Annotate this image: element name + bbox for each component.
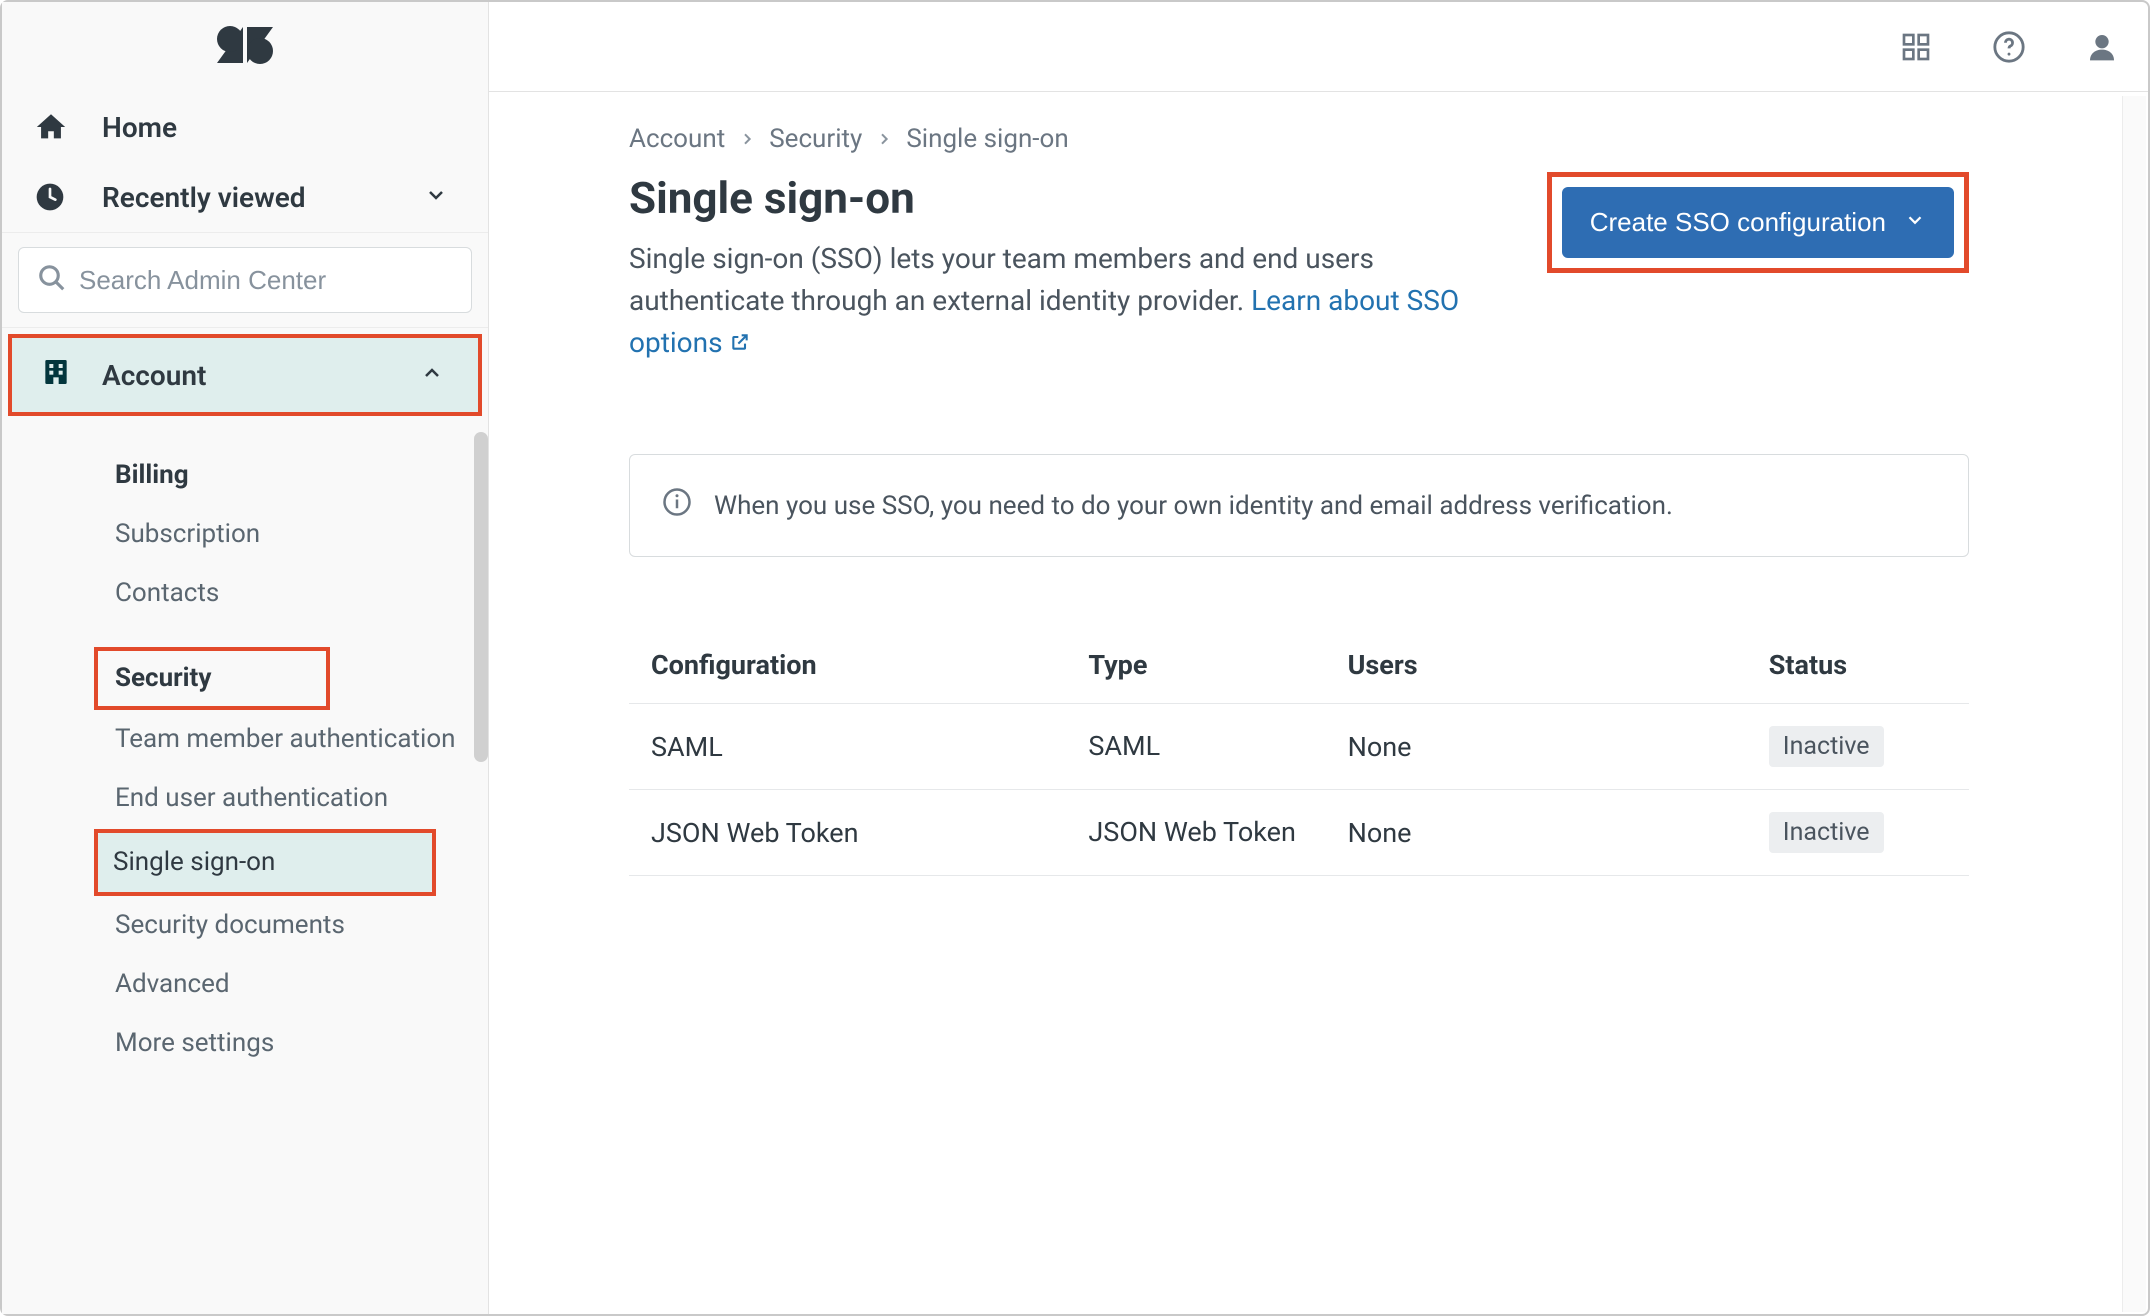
table-row[interactable]: JSON Web Token JSON Web Token None Inact… (629, 790, 1969, 876)
status-badge: Inactive (1769, 812, 1884, 853)
help-icon[interactable] (1992, 30, 2026, 64)
td-status: Inactive (1769, 812, 1947, 853)
zendesk-logo-icon (213, 21, 277, 74)
sidebar-section-account[interactable]: Account (8, 334, 482, 416)
content-scroll[interactable]: Account Security Single sign-on Single s… (489, 92, 2148, 1314)
page-title: Single sign-on (629, 172, 1507, 224)
th-type: Type (1088, 649, 1347, 681)
topbar (489, 2, 2148, 92)
create-sso-config-button[interactable]: Create SSO configuration (1562, 187, 1954, 258)
sidebar-item-recently-viewed[interactable]: Recently viewed (2, 162, 488, 232)
chevron-right-icon (739, 124, 755, 154)
brand-logo-row (2, 2, 488, 92)
page-description: Single sign-on (SSO) lets your team memb… (629, 238, 1507, 364)
td-status: Inactive (1769, 726, 1947, 767)
apps-icon[interactable] (1900, 31, 1932, 63)
search-wrap (2, 232, 488, 328)
clock-icon (34, 181, 74, 213)
sidebar-item-security[interactable]: Security (94, 647, 330, 710)
content: Account Security Single sign-on Single s… (489, 92, 1969, 876)
sidebar-scrollbar[interactable] (474, 432, 488, 762)
content-scrollbar-track[interactable] (2122, 96, 2146, 1312)
sidebar-item-security-documents[interactable]: Security documents (2, 896, 488, 955)
cta-highlight: Create SSO configuration (1547, 172, 1969, 273)
table-row[interactable]: SAML SAML None Inactive (629, 704, 1969, 790)
building-icon (40, 356, 72, 395)
search-input[interactable] (79, 265, 453, 296)
sidebar-item-more-settings[interactable]: More settings (2, 1014, 488, 1073)
td-configuration: SAML (651, 731, 1088, 763)
sidebar-item-team-auth[interactable]: Team member authentication (2, 710, 488, 769)
sidebar-item-billing[interactable]: Billing (2, 446, 488, 505)
breadcrumb-account[interactable]: Account (629, 124, 725, 154)
sidebar-item-label: Recently viewed (102, 181, 306, 214)
sidebar-subnav: Billing Subscription Contacts Security T… (2, 416, 488, 1073)
external-link-icon (730, 326, 750, 359)
sidebar-item-end-user-auth[interactable]: End user authentication (2, 769, 488, 828)
sso-config-table: Configuration Type Users Status SAML SAM… (629, 627, 1969, 876)
th-users: Users (1348, 649, 1769, 681)
status-badge: Inactive (1769, 726, 1884, 767)
chevron-up-icon (420, 359, 444, 392)
td-users: None (1348, 731, 1769, 763)
td-type: SAML (1088, 728, 1347, 766)
info-icon (662, 487, 692, 524)
breadcrumb: Account Security Single sign-on (629, 124, 1969, 154)
sidebar-item-sso-highlight: Single sign-on (94, 829, 436, 896)
td-type: JSON Web Token (1088, 814, 1347, 852)
search-icon (37, 263, 67, 298)
chevron-right-icon (876, 124, 892, 154)
sidebar-section-label: Account (102, 359, 206, 392)
sidebar-item-subscription[interactable]: Subscription (2, 505, 488, 564)
chevron-down-icon (424, 181, 448, 214)
sidebar-item-contacts[interactable]: Contacts (2, 564, 488, 623)
th-status: Status (1769, 649, 1947, 681)
chevron-down-icon (1904, 207, 1926, 238)
sidebar: Home Recently viewed Account (2, 2, 489, 1314)
td-configuration: JSON Web Token (651, 817, 1088, 849)
th-configuration: Configuration (651, 649, 1088, 681)
sidebar-item-home[interactable]: Home (2, 92, 488, 162)
search-box[interactable] (18, 247, 472, 313)
user-icon[interactable] (2086, 31, 2118, 63)
breadcrumb-sso: Single sign-on (906, 124, 1068, 154)
home-icon (34, 110, 74, 144)
info-banner: When you use SSO, you need to do your ow… (629, 454, 1969, 557)
table-header: Configuration Type Users Status (629, 627, 1969, 704)
main: Account Security Single sign-on Single s… (489, 2, 2148, 1314)
cta-label: Create SSO configuration (1590, 207, 1886, 238)
breadcrumb-security[interactable]: Security (769, 124, 862, 154)
sidebar-item-sso[interactable]: Single sign-on (98, 833, 432, 892)
page-header: Single sign-on Single sign-on (SSO) lets… (629, 172, 1969, 364)
info-banner-text: When you use SSO, you need to do your ow… (714, 491, 1673, 521)
td-users: None (1348, 817, 1769, 849)
sidebar-item-label: Home (102, 111, 177, 144)
sidebar-item-advanced[interactable]: Advanced (2, 955, 488, 1014)
